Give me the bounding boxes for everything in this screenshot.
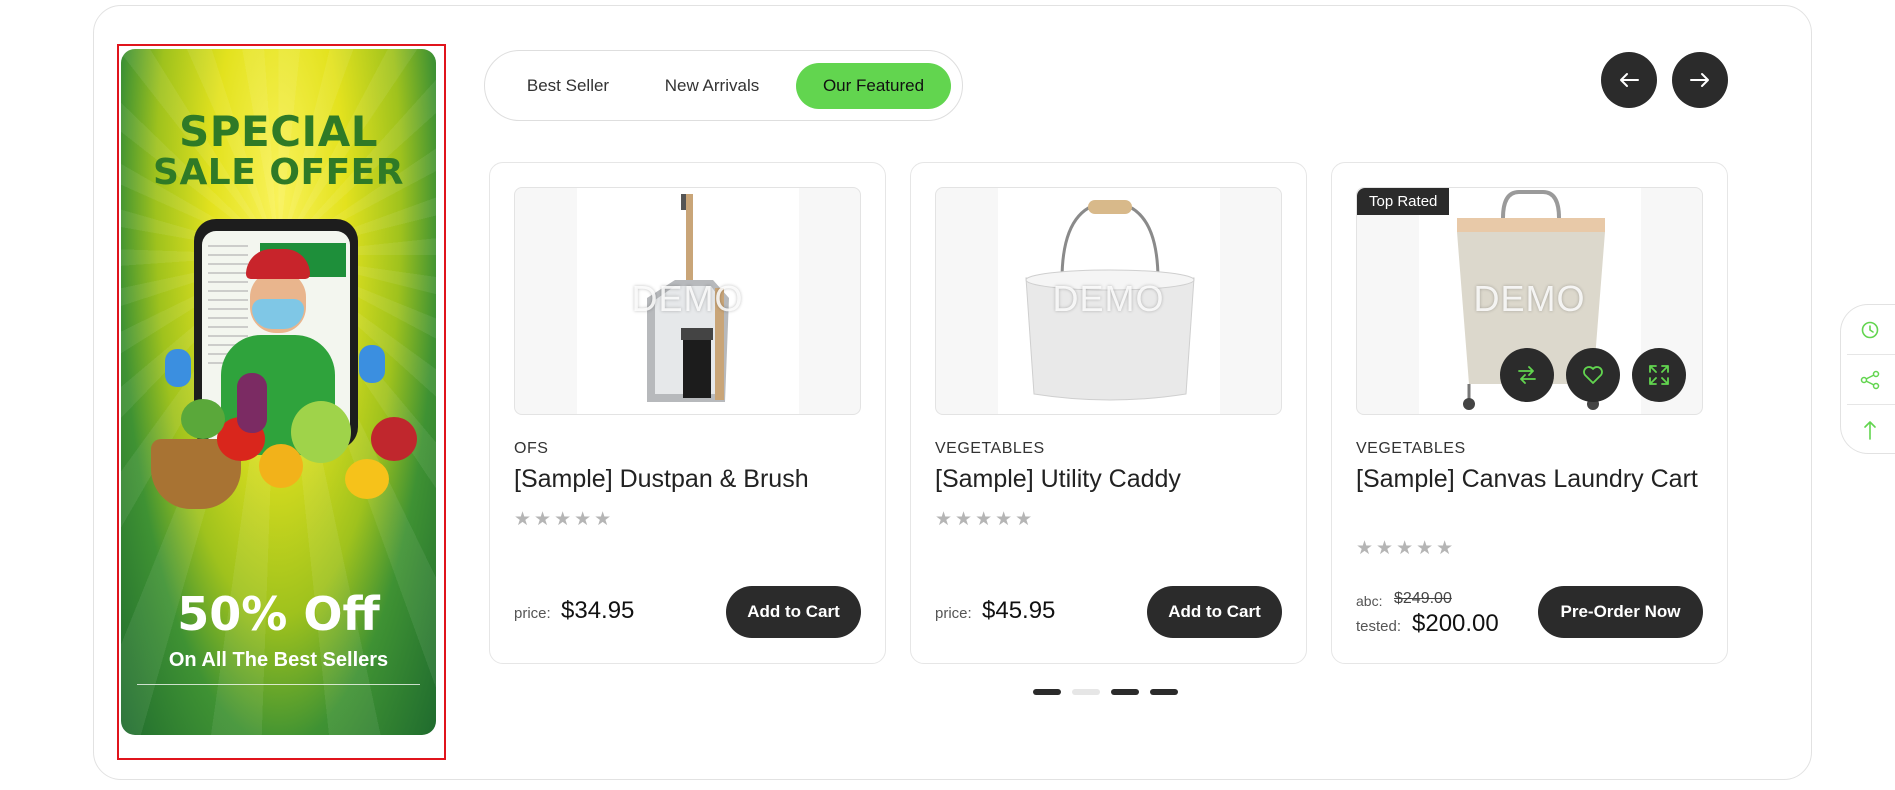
tomato-illustration [371,417,417,461]
back-to-top-button[interactable] [1841,405,1895,455]
share-icon [1860,370,1880,390]
lemon-illustration [345,459,389,499]
product-image[interactable]: DEMO [514,187,861,415]
carousel-dot-4[interactable] [1150,689,1178,695]
demo-watermark: DEMO [1052,278,1165,319]
tab-our-featured[interactable]: Our Featured [796,63,951,109]
quick-view-button[interactable] [1632,348,1686,402]
lettuce-illustration [181,399,225,439]
arrow-right-icon [1690,73,1709,87]
compare-button[interactable] [1500,348,1554,402]
product-image[interactable]: DEMO Top Rated [1356,187,1703,415]
person-mask [252,299,304,329]
add-to-cart-button[interactable]: Add to Cart [1147,586,1282,638]
banner-discount: 50% Off [177,587,380,641]
banner-subline: On All The Best Sellers [168,649,389,671]
old-price-label: abc: [1356,593,1383,609]
compare-icon [1518,366,1536,384]
product-tabs: Best Seller New Arrivals Our Featured [484,50,963,121]
product-name[interactable]: [Sample] Canvas Laundry Cart [1356,464,1706,494]
promo-banner[interactable]: SPECIAL SALE OFFER 50% Off On All The Be… [121,49,436,735]
price-label: price: [514,605,551,622]
floating-side-toolbar [1840,304,1895,454]
share-button[interactable] [1841,355,1895,405]
old-price: $249.00 [1394,590,1452,607]
top-rated-badge: Top Rated [1357,188,1450,215]
add-to-cart-button[interactable]: Add to Cart [726,586,861,638]
rating-stars: ★★★★★ [1356,538,1457,559]
new-price-label: tested: [1356,618,1402,635]
product-name[interactable]: [Sample] Utility Caddy [935,464,1285,494]
product-card[interactable]: DEMO VEGETABLES [Sample] Utility Caddy ★… [910,162,1307,664]
expand-icon [1649,365,1669,385]
product-category[interactable]: VEGETABLES [935,440,1045,458]
product-card[interactable]: DEMO OFS [Sample] Dustpan & Brush ★★★★★ … [489,162,886,664]
sale-price: $200.00 [1412,610,1499,637]
back-to-top-icon [1864,421,1876,440]
glove-left [165,349,191,387]
carousel-dot-2[interactable] [1072,689,1100,695]
rating-stars: ★★★★★ [514,509,615,530]
person-cap [246,249,310,279]
recent-history-button[interactable] [1841,305,1895,355]
product-price: $45.95 [982,597,1056,624]
arrow-left-icon [1620,73,1639,87]
pre-order-button[interactable]: Pre-Order Now [1538,586,1703,638]
product-image[interactable]: DEMO [935,187,1282,415]
demo-watermark: DEMO [1473,278,1586,319]
carousel-dot-3[interactable] [1111,689,1139,695]
glove-right [359,345,385,383]
heart-icon [1583,366,1603,384]
wishlist-button[interactable] [1566,348,1620,402]
carousel-dot-1[interactable] [1033,689,1061,695]
eggplant-illustration [237,373,267,433]
grapes-illustration [291,401,351,463]
tab-new-arrivals[interactable]: New Arrivals [639,63,785,109]
rating-stars: ★★★★★ [935,509,1036,530]
carousel-next-button[interactable] [1672,52,1728,108]
price-label: price: [935,605,972,622]
banner-divider [137,684,420,685]
product-category[interactable]: OFS [514,440,548,458]
product-card[interactable]: DEMO Top Rated VEGETABLES [Sample] Canva… [1331,162,1728,664]
product-category[interactable]: VEGETABLES [1356,440,1466,458]
banner-title-line2: SALE OFFER [153,152,404,193]
recent-history-icon [1861,321,1879,339]
tab-best-seller[interactable]: Best Seller [505,63,631,109]
product-price: $34.95 [561,597,635,624]
carousel-prev-button[interactable] [1601,52,1657,108]
product-name[interactable]: [Sample] Dustpan & Brush [514,464,864,494]
banner-title-line1: SPECIAL [179,107,378,156]
demo-watermark: DEMO [631,278,744,319]
